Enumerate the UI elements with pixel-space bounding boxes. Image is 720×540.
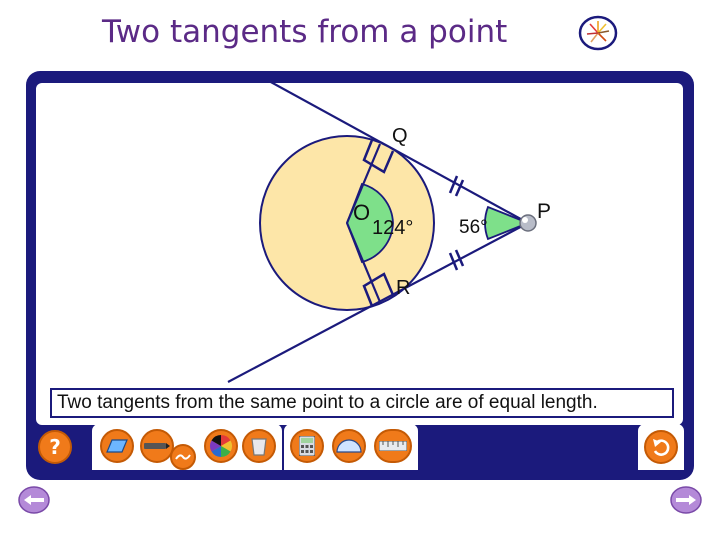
diagram-canvas: O 124° 56° Q R P [36, 83, 683, 425]
bin-icon [251, 438, 267, 456]
calculator-button[interactable] [290, 429, 324, 463]
ruler-button[interactable] [374, 429, 412, 463]
pen-button[interactable] [140, 429, 174, 463]
undo-arrow-icon [653, 439, 670, 456]
protractor-icon [336, 439, 362, 453]
color-picker-button[interactable] [204, 429, 238, 463]
measure-tools-group [284, 424, 418, 470]
color-wheel-icon [210, 435, 232, 457]
calculator-icon [299, 436, 315, 456]
tangent-diagram: O 124° 56° Q R P [227, 83, 551, 383]
slide-title: Two tangents from a point [102, 14, 508, 50]
equal-ticks-top [448, 175, 465, 197]
protractor-button[interactable] [332, 429, 366, 463]
caption-box: Two tangents from the same point to a ci… [50, 388, 674, 418]
eraser-icon [106, 439, 128, 453]
logo-icon [578, 15, 618, 51]
pen-icon [144, 443, 170, 449]
ruler-icon [379, 441, 407, 451]
toolbar: ? [26, 424, 694, 480]
clear-button[interactable] [242, 429, 276, 463]
help-button[interactable]: ? [38, 430, 72, 464]
question-mark-icon: ? [49, 435, 61, 459]
eraser-button[interactable] [100, 429, 134, 463]
next-slide-button[interactable] [670, 486, 702, 514]
undo-button[interactable] [644, 430, 678, 464]
line-style-button[interactable] [170, 444, 196, 470]
angle-label-o: 124° [372, 217, 413, 239]
angle-label-p: 56° [459, 217, 488, 238]
label-o: O [353, 200, 370, 225]
previous-slide-button[interactable] [18, 486, 50, 514]
point-p-marker [519, 214, 537, 232]
label-r: R [396, 277, 410, 299]
wave-icon [175, 454, 191, 460]
label-p: P [537, 200, 551, 223]
label-q: Q [392, 125, 408, 147]
undo-group [638, 424, 684, 470]
drawing-tools-group [92, 424, 282, 470]
